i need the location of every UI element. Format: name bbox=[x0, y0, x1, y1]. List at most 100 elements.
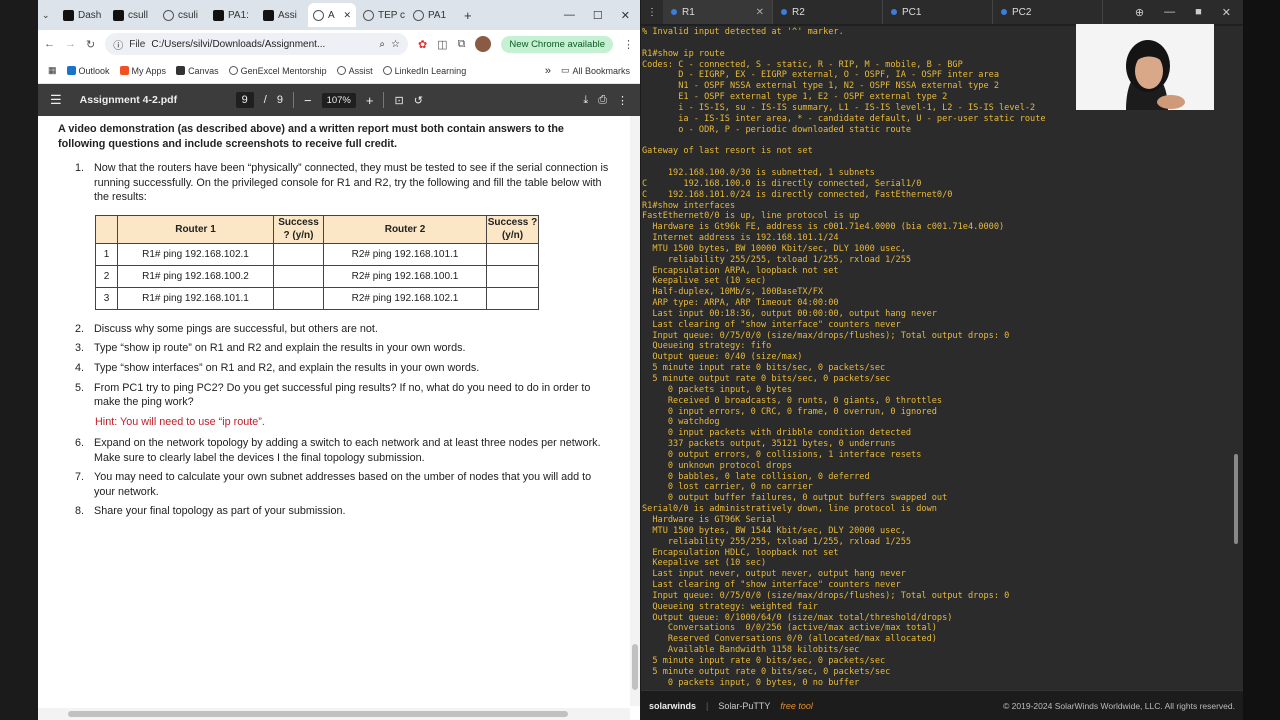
page-separator: / bbox=[263, 94, 267, 106]
url-bar[interactable]: ⓘ File C:/Users/silvi/Downloads/Assignme… bbox=[105, 33, 408, 55]
bookmark-genexcel[interactable]: GenExcel Mentorship bbox=[228, 66, 327, 76]
bookmark-linkedin[interactable]: LinkedIn Learning bbox=[382, 66, 466, 76]
tab-favicon bbox=[413, 9, 424, 21]
bookmarks-bar: ▦ Outlook My Apps Canvas GenExcel Mentor… bbox=[38, 58, 640, 84]
tab-favicon bbox=[113, 9, 124, 21]
close-tab-icon[interactable]: ✕ bbox=[756, 7, 764, 18]
putty-tab-bar: ⋮ R1 ✕ R2 PC1 PC2 ⊕ — ■ ✕ bbox=[641, 0, 1243, 24]
browser-tab[interactable]: PA1 bbox=[408, 3, 456, 27]
browser-tab[interactable]: Dash bbox=[58, 3, 106, 27]
menu-kebab-icon[interactable]: ⋮ bbox=[623, 38, 634, 51]
extensions-puzzle-icon[interactable]: ⧉ bbox=[458, 38, 466, 51]
session-status-icon bbox=[671, 9, 677, 15]
question-item: 1. Now that the routers have been “physic… bbox=[74, 162, 609, 204]
fit-page-icon[interactable]: ⊡ bbox=[394, 94, 403, 107]
page-count: 9 bbox=[276, 94, 283, 106]
extension-icon[interactable]: ✿ bbox=[418, 38, 427, 51]
table-cell: R2# ping 192.168.102.1 bbox=[323, 286, 487, 310]
scrollbar-thumb[interactable] bbox=[68, 711, 568, 717]
hamburger-menu-icon[interactable]: ☰ bbox=[50, 92, 62, 108]
bookmark-canvas[interactable]: Canvas bbox=[176, 66, 219, 76]
session-tab-pc2[interactable]: PC2 bbox=[993, 0, 1103, 24]
new-chrome-available-button[interactable]: New Chrome available bbox=[501, 35, 613, 53]
extension-icon-2[interactable]: ◫ bbox=[437, 38, 447, 51]
page-divider bbox=[292, 92, 294, 108]
scrollbar-thumb[interactable] bbox=[1234, 454, 1238, 544]
reload-icon[interactable]: ↻ bbox=[86, 38, 95, 51]
browser-tab[interactable]: csuli bbox=[158, 3, 206, 27]
avatar[interactable] bbox=[475, 36, 492, 52]
question-item: 3. Type “show ip route” on R1 and R2 and … bbox=[74, 342, 466, 355]
zoom-in-icon[interactable]: + bbox=[366, 93, 374, 108]
info-icon[interactable]: ⓘ bbox=[113, 37, 123, 52]
new-session-icon[interactable]: ⊕ bbox=[1135, 6, 1144, 19]
zoom-search-icon[interactable]: ⌕ bbox=[379, 39, 385, 50]
session-tab-pc1[interactable]: PC1 bbox=[883, 0, 993, 24]
tab-strip: ⌄ Dash csull csuli PA1: Assi A ✕ TEP c PA… bbox=[38, 0, 640, 30]
table-cell: R1# ping 192.168.101.1 bbox=[117, 286, 274, 310]
maximize-icon[interactable]: ☐ bbox=[593, 9, 603, 22]
bookmark-star-icon[interactable]: ☆ bbox=[391, 39, 400, 50]
browser-tab[interactable]: TEP c bbox=[358, 3, 406, 27]
putty-window-controls: ⊕ — ■ ✕ bbox=[1135, 6, 1243, 19]
all-bookmarks-button[interactable]: ▭ All Bookmarks bbox=[561, 65, 630, 76]
browser-tab[interactable]: csull bbox=[108, 3, 156, 27]
status-divider: | bbox=[706, 700, 709, 711]
outlook-icon bbox=[66, 66, 76, 75]
session-status-icon bbox=[891, 9, 897, 15]
apps-grid-icon[interactable]: ▦ bbox=[48, 65, 57, 76]
minimize-icon[interactable]: — bbox=[564, 9, 575, 22]
table-cell: R1# ping 192.168.102.1 bbox=[117, 242, 274, 266]
page-number-input[interactable]: 9 bbox=[235, 92, 254, 108]
table-header-row: Router 1 Success ? (y/n) Router 2 Succes… bbox=[95, 214, 539, 244]
hint-text: Hint: You will need to use “ip route”. bbox=[95, 415, 265, 428]
minimize-icon[interactable]: — bbox=[1164, 6, 1175, 19]
globe-icon bbox=[336, 66, 346, 75]
close-window-icon[interactable]: ✕ bbox=[621, 9, 630, 22]
session-tab-r2[interactable]: R2 bbox=[773, 0, 883, 24]
bookmark-outlook[interactable]: Outlook bbox=[66, 66, 110, 76]
bookmark-myapps[interactable]: My Apps bbox=[119, 66, 166, 76]
question-item: 2. Discuss why some pings are successful,… bbox=[74, 322, 378, 335]
close-tab-icon[interactable]: ✕ bbox=[343, 10, 351, 21]
presenter-video bbox=[1076, 24, 1214, 110]
back-arrow-icon[interactable]: ← bbox=[44, 38, 55, 50]
browser-tab-active[interactable]: A ✕ bbox=[308, 3, 356, 27]
pdf-toolbar: ☰ Assignment 4-2.pdf 9 / 9 − 107% + ⊡ ↺ … bbox=[38, 84, 640, 116]
more-options-icon[interactable]: ⋮ bbox=[617, 94, 628, 107]
table-cell: 1 bbox=[95, 242, 118, 266]
download-icon[interactable]: ⤓ bbox=[583, 94, 588, 107]
intro-paragraph: A video demonstration (as described abov… bbox=[58, 123, 564, 150]
scrollbar-thumb[interactable] bbox=[632, 644, 638, 690]
terminal-output[interactable]: % Invalid input detected at '^' marker. … bbox=[641, 26, 1229, 690]
globe-icon bbox=[382, 66, 392, 75]
tab-favicon bbox=[63, 9, 74, 21]
microsoft-icon bbox=[119, 66, 129, 75]
print-icon[interactable]: ⎙ bbox=[598, 94, 607, 107]
table-cell bbox=[486, 264, 539, 288]
bookmark-assist[interactable]: Assist bbox=[336, 66, 373, 76]
forward-arrow-icon[interactable]: → bbox=[65, 38, 76, 50]
window-controls: — ☐ ✕ bbox=[564, 9, 640, 22]
ping-results-table: Router 1 Success ? (y/n) Router 2 Succes… bbox=[95, 214, 539, 310]
browser-window: ⌄ Dash csull csuli PA1: Assi A ✕ TEP c PA… bbox=[38, 0, 640, 720]
bookmarks-overflow-button[interactable]: » bbox=[545, 65, 551, 77]
pdf-page: A video demonstration (as described abov… bbox=[38, 116, 630, 706]
new-tab-button[interactable]: + bbox=[458, 8, 478, 23]
tab-search-chevron-icon[interactable]: ⌄ bbox=[42, 10, 56, 21]
putty-status-bar: solarwinds | Solar-PuTTY free tool © 201… bbox=[641, 690, 1243, 720]
webcam-overlay bbox=[1076, 24, 1214, 110]
pdf-vertical-scrollbar[interactable] bbox=[630, 116, 640, 706]
browser-tab[interactable]: Assi bbox=[258, 3, 306, 27]
browser-tab[interactable]: PA1: bbox=[208, 3, 256, 27]
zoom-out-icon[interactable]: − bbox=[304, 93, 312, 108]
terminal-scrollbar[interactable] bbox=[1229, 26, 1243, 690]
pdf-horizontal-scrollbar[interactable] bbox=[38, 708, 630, 720]
close-window-icon[interactable]: ✕ bbox=[1222, 6, 1231, 19]
zoom-level-input[interactable]: 107% bbox=[321, 92, 356, 108]
putty-menu-icon[interactable]: ⋮ bbox=[641, 7, 663, 18]
rotate-icon[interactable]: ↺ bbox=[414, 94, 423, 107]
maximize-icon[interactable]: ■ bbox=[1195, 6, 1202, 19]
url-scheme-chip: File bbox=[129, 38, 146, 50]
session-tab-r1[interactable]: R1 ✕ bbox=[663, 0, 773, 24]
